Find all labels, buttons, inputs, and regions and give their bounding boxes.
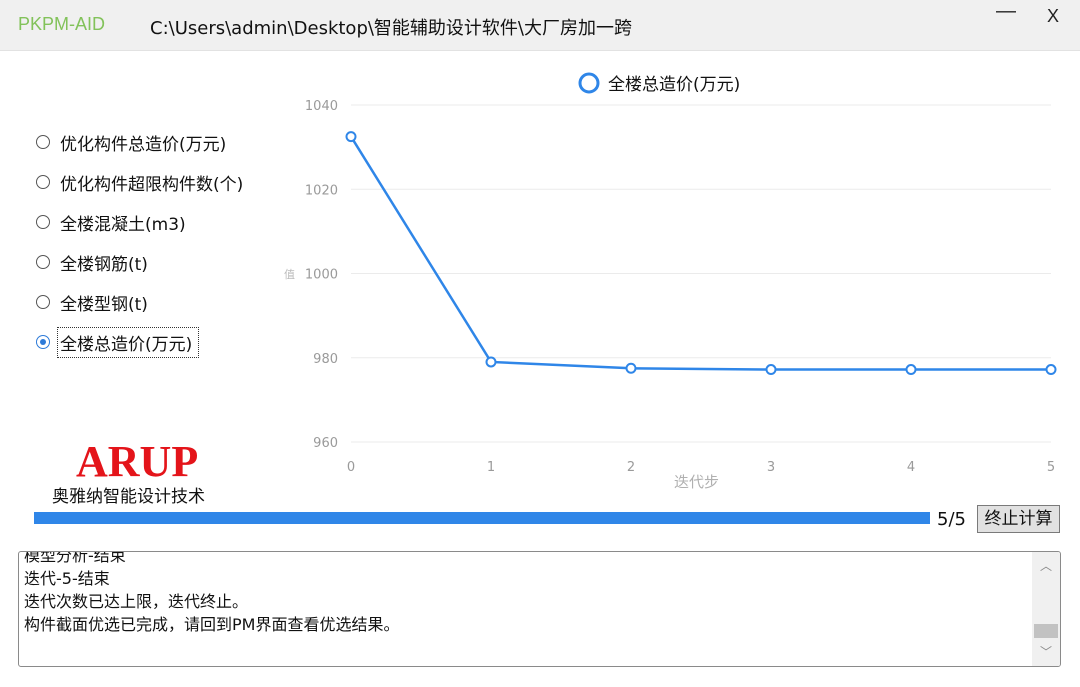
radio-button[interactable] <box>36 135 50 149</box>
y-axis-label: 值 <box>284 268 295 281</box>
window-title-path: C:\Users\admin\Desktop\智能辅助设计软件\大厂房加一跨 <box>150 18 632 39</box>
chart-legend[interactable]: 全楼总造价(万元) <box>578 72 740 95</box>
x-tick-label: 1 <box>487 460 495 475</box>
progress-count: 5/5 <box>937 509 966 530</box>
series-line <box>349 135 1051 371</box>
progress-bar <box>34 512 930 524</box>
radio-button[interactable] <box>36 215 50 229</box>
option-label: 全楼钢筋(t) <box>60 254 148 275</box>
chevron-down-icon[interactable]: ﹀ <box>1038 644 1054 660</box>
app-name: PKPM-AID <box>18 14 106 34</box>
option-label: 全楼总造价(万元) <box>56 326 200 358</box>
option-label: 优化构件总造价(万元) <box>60 134 227 155</box>
option-rebar[interactable]: 全楼钢筋(t) <box>36 242 286 282</box>
logo-subtitle: 奥雅纳智能设计技术 <box>52 487 205 507</box>
option-label: 全楼混凝土(m3) <box>60 214 186 235</box>
radio-button-selected[interactable] <box>36 335 50 349</box>
log-scrollbar[interactable]: ︿ ﹀ <box>1032 552 1060 666</box>
title-bar: PKPM-AID C:\Users\admin\Desktop\智能辅助设计软件… <box>0 0 1080 51</box>
option-steel-section[interactable]: 全楼型钢(t) <box>36 282 286 322</box>
y-tick-label: 1000 <box>305 268 338 283</box>
arup-logo: ARUP <box>76 437 199 486</box>
data-point <box>905 364 917 376</box>
x-tick-label: 5 <box>1047 460 1055 475</box>
scroll-thumb[interactable] <box>1034 624 1058 638</box>
x-tick-label: 0 <box>347 460 355 475</box>
radio-button[interactable] <box>36 175 50 189</box>
data-point <box>765 364 777 376</box>
data-point <box>625 362 637 374</box>
radio-button[interactable] <box>36 295 50 309</box>
chevron-up-icon[interactable]: ︿ <box>1038 558 1054 574</box>
legend-marker-icon <box>578 72 600 94</box>
log-line: 构件截面优选已完成，请回到PM界面查看优选结果。 <box>24 615 400 634</box>
option-total-cost[interactable]: 全楼总造价(万元) <box>36 322 286 362</box>
x-tick-label: 4 <box>907 460 915 475</box>
minimize-button[interactable]: — <box>988 0 1024 32</box>
x-tick-label: 3 <box>767 460 775 475</box>
y-tick-label: 980 <box>313 352 338 367</box>
data-point <box>485 356 497 368</box>
close-button[interactable]: X <box>1035 6 1071 38</box>
x-tick-label: 2 <box>627 460 635 475</box>
y-tick-label: 960 <box>313 436 338 451</box>
radio-button[interactable] <box>36 255 50 269</box>
option-concrete[interactable]: 全楼混凝土(m3) <box>36 202 286 242</box>
x-axis-label: 迭代步 <box>674 473 719 491</box>
option-label: 优化构件超限构件数(个) <box>60 174 244 195</box>
option-member-cost[interactable]: 优化构件总造价(万元) <box>36 122 286 162</box>
log-line: 模型分析-结束 <box>24 551 126 565</box>
y-tick-label: 1040 <box>305 99 338 114</box>
option-label: 全楼型钢(t) <box>60 294 148 315</box>
data-point <box>345 131 357 143</box>
log-line: 迭代-5-结束 <box>24 569 110 588</box>
stop-calculation-button[interactable]: 终止计算 <box>977 505 1060 533</box>
cost-line-chart: 全楼总造价(万元) 值 迭代步 960 980 1000 1020 1040 0 1 2 3 4 5 <box>284 72 1057 491</box>
log-line: 迭代次数已达上限，迭代终止。 <box>24 592 249 611</box>
progress-fill <box>34 512 930 524</box>
data-point <box>1045 364 1057 376</box>
log-output[interactable]: 模型分析-结束 迭代-5-结束 迭代次数已达上限，迭代终止。 构件截面优选已完成… <box>18 551 1061 667</box>
legend-label: 全楼总造价(万元) <box>608 75 740 95</box>
y-tick-label: 1020 <box>305 183 338 198</box>
option-overlimit-count[interactable]: 优化构件超限构件数(个) <box>36 162 286 202</box>
metric-options: 优化构件总造价(万元) 优化构件超限构件数(个) 全楼混凝土(m3) 全楼钢筋(… <box>36 122 286 362</box>
